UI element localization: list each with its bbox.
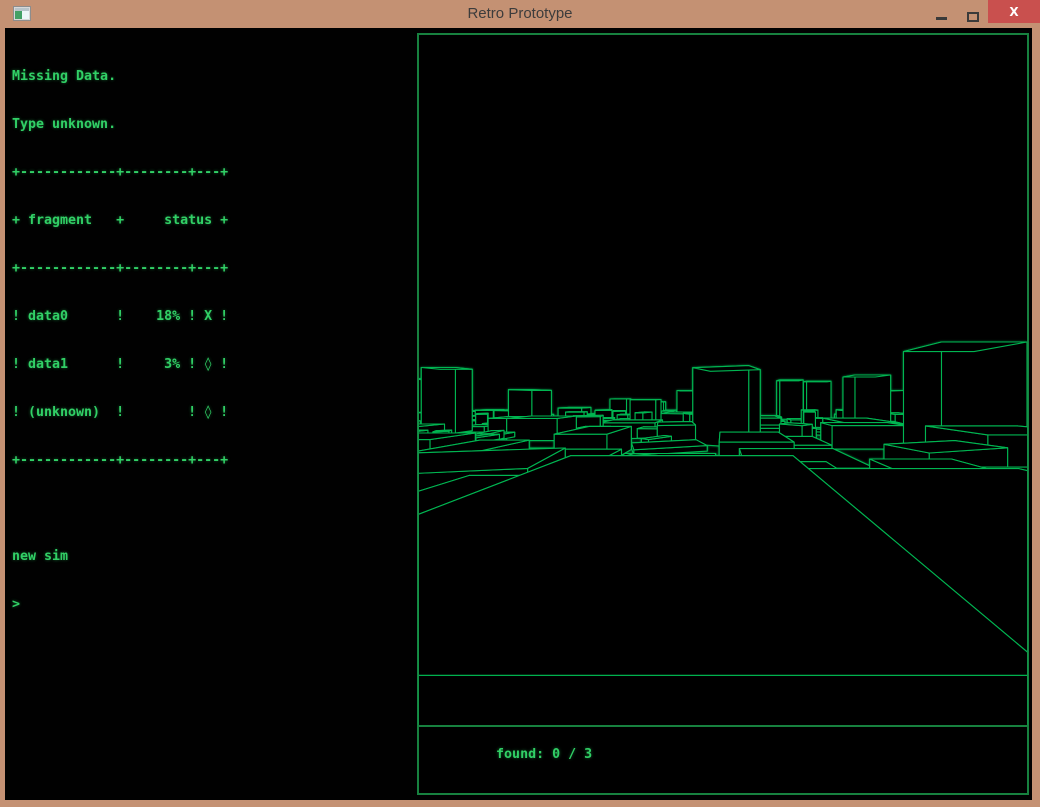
ascii-table-row: ! data0 ! 18% ! X ! — [12, 309, 412, 325]
maximize-button[interactable] — [957, 0, 988, 28]
new-sim-button[interactable]: new sim — [12, 549, 412, 565]
titlebar[interactable]: Retro Prototype X — [0, 0, 1040, 28]
ascii-table-header: + fragment + status + — [12, 213, 412, 229]
ascii-table-row: ! data1 ! 3% ! ◊ ! — [12, 357, 412, 373]
terminal-message: Missing Data. — [12, 69, 412, 85]
terminal-message: Type unknown. — [12, 117, 412, 133]
close-icon: X — [1009, 5, 1018, 19]
ascii-table-border: +------------+--------+---+ — [12, 453, 412, 469]
ascii-table-border: +------------+--------+---+ — [12, 261, 412, 277]
command-prompt[interactable]: > — [12, 597, 412, 613]
window-controls: X — [926, 0, 1040, 28]
terminal-blank-line — [12, 501, 412, 517]
app-window: Retro Prototype X Missing Data. Type unk… — [0, 0, 1040, 807]
minimize-icon — [936, 17, 947, 20]
status-bar: found: 0 / 3 — [419, 727, 1027, 793]
terminal-panel: Missing Data. Type unknown. +-----------… — [12, 37, 412, 645]
maximize-icon — [967, 12, 979, 22]
window-title: Retro Prototype — [0, 0, 1040, 28]
client-area: Missing Data. Type unknown. +-----------… — [5, 28, 1032, 800]
minimize-button[interactable] — [926, 0, 957, 28]
found-counter: found: 0 / 3 — [496, 747, 592, 762]
viewport-panel: found: 0 / 3 — [417, 33, 1029, 795]
close-button[interactable]: X — [988, 0, 1040, 23]
ascii-table-border: +------------+--------+---+ — [12, 165, 412, 181]
ascii-table-row: ! (unknown) ! ! ◊ ! — [12, 405, 412, 421]
wireframe-scene[interactable] — [419, 35, 1027, 725]
